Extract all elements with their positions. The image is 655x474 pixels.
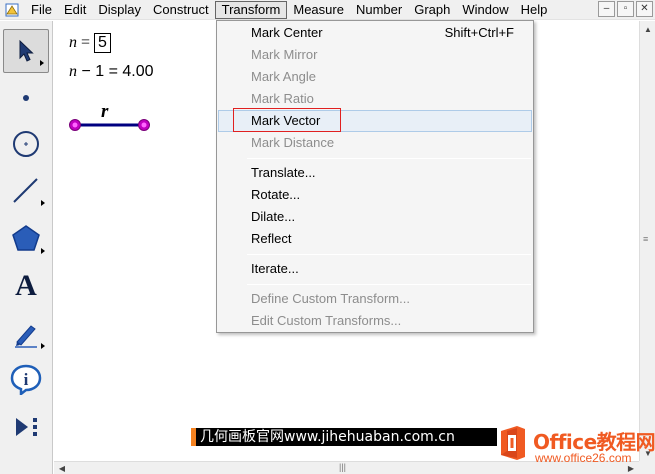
- watermark-url: www.office26.com: [535, 451, 632, 465]
- menu-item-translate[interactable]: Translate...: [218, 162, 532, 184]
- point-tool[interactable]: [3, 76, 49, 120]
- menu-item-label: Dilate...: [251, 209, 296, 224]
- office-logo-icon: [501, 426, 525, 460]
- transform-menu: Mark Center Shift+Ctrl+F Mark Mirror Mar…: [216, 20, 534, 333]
- text-tool[interactable]: A: [3, 264, 49, 308]
- segment-point-end-inner: [141, 122, 147, 128]
- menu-item-reflect[interactable]: Reflect: [218, 228, 532, 250]
- menu-number[interactable]: Number: [350, 1, 408, 19]
- calculation-n-minus-1[interactable]: n − 1 = 4.00: [69, 63, 154, 81]
- watermark-banner: 几何画板官网www.jihehuaban.com.cn: [191, 428, 497, 446]
- restore-button[interactable]: ▫: [617, 1, 634, 17]
- menu-item-mark-angle: Mark Angle: [218, 66, 532, 88]
- grip-icon: ≡: [643, 234, 649, 244]
- minimize-button[interactable]: –: [598, 1, 615, 17]
- menu-display[interactable]: Display: [92, 1, 147, 19]
- pen-icon: [15, 325, 37, 348]
- menu-window[interactable]: Window: [456, 1, 514, 19]
- vertical-scrollbar[interactable]: ▲ ≡ ▼: [639, 21, 655, 461]
- segment-point-start-inner: [72, 122, 78, 128]
- menu-item-label: Define Custom Transform...: [251, 291, 410, 306]
- menu-separator: [247, 158, 531, 159]
- menu-measure[interactable]: Measure: [287, 1, 350, 19]
- toolbox: A i: [0, 21, 53, 474]
- menu-graph[interactable]: Graph: [408, 1, 456, 19]
- menu-item-label: Mark Angle: [251, 69, 317, 84]
- menu-item-label: Translate...: [251, 165, 316, 180]
- segment-r[interactable]: r: [64, 97, 164, 137]
- parameter-n[interactable]: n = 5: [69, 33, 111, 53]
- menu-item-mark-mirror: Mark Mirror: [218, 44, 532, 66]
- menu-edit[interactable]: Edit: [58, 1, 92, 19]
- menu-separator: [247, 284, 531, 285]
- straightedge-tool[interactable]: [3, 168, 49, 212]
- watermark-logo: Office教程网 www.office26.com: [497, 424, 655, 468]
- svg-text:i: i: [24, 370, 29, 389]
- menu-bar: File Edit Display Construct Transform Me…: [0, 0, 655, 20]
- grip-icon: |||: [339, 462, 347, 472]
- arrow-tool[interactable]: [3, 29, 49, 73]
- custom-tool-icon: [16, 418, 37, 436]
- arrow-select-icon: [19, 39, 34, 62]
- parameter-var: n: [69, 34, 77, 51]
- window-controls: – ▫ ✕: [598, 1, 653, 17]
- scroll-up-arrow[interactable]: ▲: [640, 21, 655, 37]
- tool-menu-indicator: [41, 248, 45, 254]
- menu-item-mark-distance: Mark Distance: [218, 132, 532, 154]
- menu-item-iterate[interactable]: Iterate...: [218, 258, 532, 280]
- scroll-left-arrow[interactable]: ◀: [54, 460, 70, 474]
- parameter-equals: =: [77, 34, 95, 51]
- segment-icon: [13, 178, 38, 203]
- menu-item-label: Iterate...: [251, 261, 299, 276]
- polygon-tool[interactable]: [3, 216, 49, 260]
- menu-item-label: Mark Center: [251, 25, 323, 40]
- menu-item-label: Mark Distance: [251, 135, 335, 150]
- point-icon: [23, 95, 29, 101]
- parameter-value-box[interactable]: 5: [94, 33, 111, 53]
- menu-item-dilate[interactable]: Dilate...: [218, 206, 532, 228]
- menu-item-mark-center[interactable]: Mark Center Shift+Ctrl+F: [218, 22, 532, 44]
- menu-transform[interactable]: Transform: [214, 0, 288, 19]
- marker-tool[interactable]: [3, 311, 49, 355]
- app-icon[interactable]: [3, 1, 21, 19]
- tool-menu-indicator: [40, 60, 44, 66]
- close-button[interactable]: ✕: [636, 1, 653, 17]
- menu-item-edit-custom-transforms: Edit Custom Transforms...: [218, 310, 532, 332]
- menu-item-mark-ratio: Mark Ratio: [218, 88, 532, 110]
- menu-item-label: Rotate...: [251, 187, 301, 202]
- menu-item-label: Mark Ratio: [251, 91, 314, 106]
- calc-var: n: [69, 63, 77, 80]
- segment-label: r: [101, 101, 109, 122]
- info-icon: i: [10, 364, 42, 395]
- tool-menu-indicator: [41, 343, 45, 349]
- menu-construct[interactable]: Construct: [147, 1, 215, 19]
- menu-item-label: Edit Custom Transforms...: [251, 313, 402, 328]
- menu-separator: [247, 254, 531, 255]
- custom-tool[interactable]: [3, 405, 49, 449]
- menu-item-rotate[interactable]: Rotate...: [218, 184, 532, 206]
- menu-item-label: Mark Mirror: [251, 47, 318, 62]
- tool-menu-indicator: [41, 200, 45, 206]
- menu-item-label: Reflect: [251, 231, 292, 246]
- highlight-box: [233, 108, 341, 132]
- polygon-icon: [12, 225, 40, 251]
- information-tool[interactable]: i: [3, 357, 49, 401]
- menu-item-shortcut: Shift+Ctrl+F: [444, 25, 514, 40]
- calc-expression: − 1 = 4.00: [77, 63, 154, 80]
- compass-tool[interactable]: [3, 122, 49, 166]
- menu-help[interactable]: Help: [515, 1, 554, 19]
- vertical-scroll-thumb[interactable]: ≡: [642, 171, 653, 311]
- menu-file[interactable]: File: [25, 1, 58, 19]
- menu-item-define-custom-transform: Define Custom Transform...: [218, 288, 532, 310]
- circle-icon: [13, 131, 39, 157]
- text-a-icon: A: [15, 269, 37, 302]
